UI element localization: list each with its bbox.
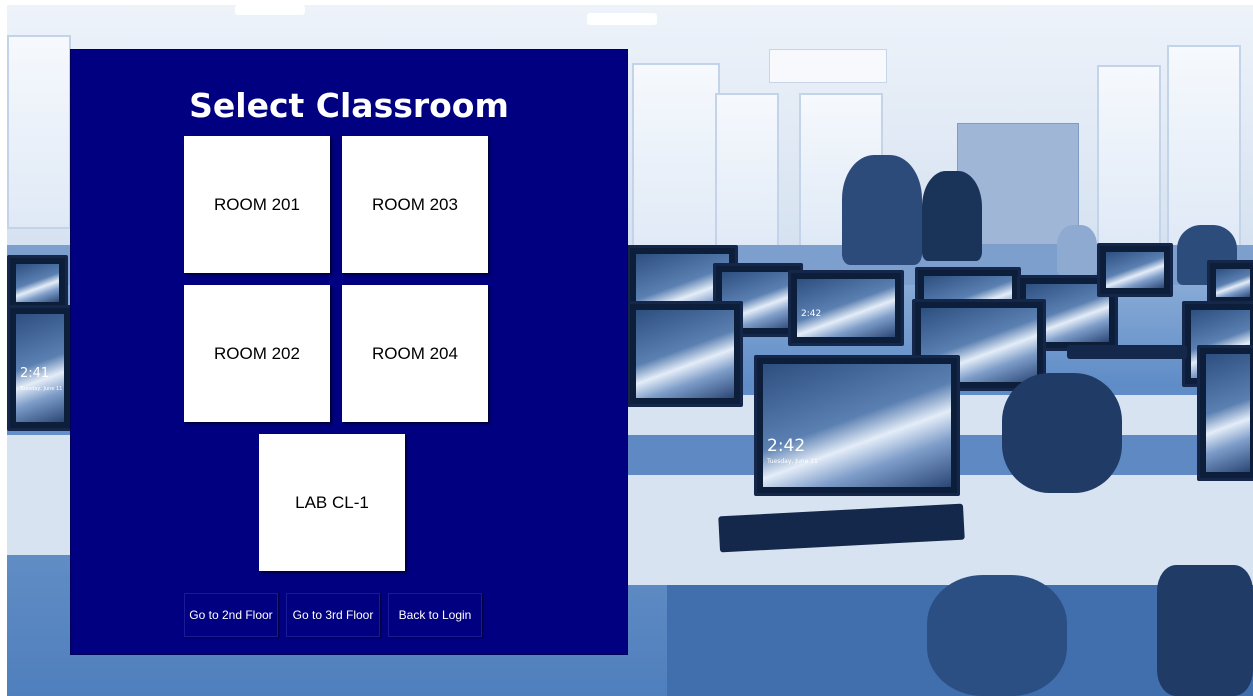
room-204-label: ROOM 204 [372,343,458,363]
room-201-button[interactable]: ROOM 201 [184,136,330,273]
room-201-label: ROOM 201 [214,194,300,214]
go-to-3rd-floor-button[interactable]: Go to 3rd Floor [286,593,380,637]
go-to-2nd-floor-label: Go to 2nd Floor [189,608,273,622]
select-classroom-panel: Select Classroom ROOM 201 ROOM 203 ROOM … [70,49,628,655]
room-203-button[interactable]: ROOM 203 [342,136,488,273]
lab-cl-1-label: LAB CL-1 [295,492,369,512]
room-203-label: ROOM 203 [372,194,458,214]
page-title: Select Classroom [189,86,509,125]
lab-cl-1-button[interactable]: LAB CL-1 [259,434,405,571]
go-to-3rd-floor-label: Go to 3rd Floor [292,608,374,622]
room-202-label: ROOM 202 [214,343,300,363]
monitor-time: 2:42 [767,436,806,456]
monitor-date: Tuesday, June 11 [767,458,818,465]
back-to-login-label: Back to Login [398,608,472,622]
monitor-date: Tuesday, June 11 [20,386,63,392]
monitor-time: 2:42 [801,309,822,319]
monitor-time: 2:41 [20,366,50,381]
go-to-2nd-floor-button[interactable]: Go to 2nd Floor [184,593,278,637]
room-204-button[interactable]: ROOM 204 [342,285,488,422]
back-to-login-button[interactable]: Back to Login [388,593,482,637]
room-202-button[interactable]: ROOM 202 [184,285,330,422]
